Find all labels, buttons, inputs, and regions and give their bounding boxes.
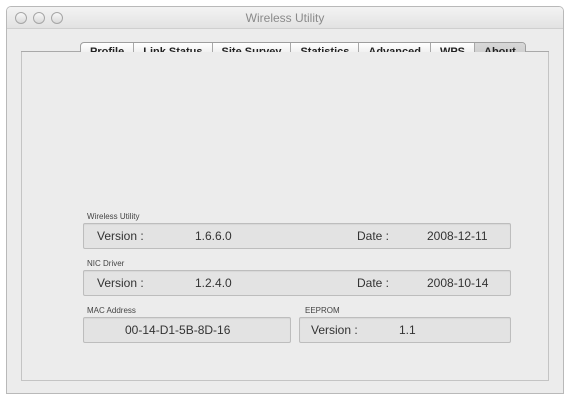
title-bar: Wireless Utility [7,7,563,29]
wireless-utility-window: Wireless Utility Profile Link Status Sit… [6,6,564,394]
nic-driver-section-label: NIC Driver [87,259,125,268]
nic-driver-version-value: 1.2.4.0 [195,276,232,290]
eeprom-version-label: Version : [311,323,358,337]
nic-driver-version-label: Version : [97,276,144,290]
wireless-utility-date-value: 2008-12-11 [427,229,488,243]
nic-driver-date-value: 2008-10-14 [427,276,489,290]
mac-address-value: 00-14-D1-5B-8D-16 [125,323,231,337]
eeprom-version-value: 1.1 [399,323,416,337]
wireless-utility-version-label: Version : [97,229,144,243]
wireless-utility-version-value: 1.6.6.0 [195,229,232,243]
wireless-utility-date-label: Date : [357,229,390,243]
mac-address-section-label: MAC Address [87,306,136,315]
eeprom-section-label: EEPROM [305,306,340,315]
window-title: Wireless Utility [245,11,325,25]
wireless-utility-section-label: Wireless Utility [87,212,140,221]
nic-driver-date-label: Date : [357,276,390,290]
